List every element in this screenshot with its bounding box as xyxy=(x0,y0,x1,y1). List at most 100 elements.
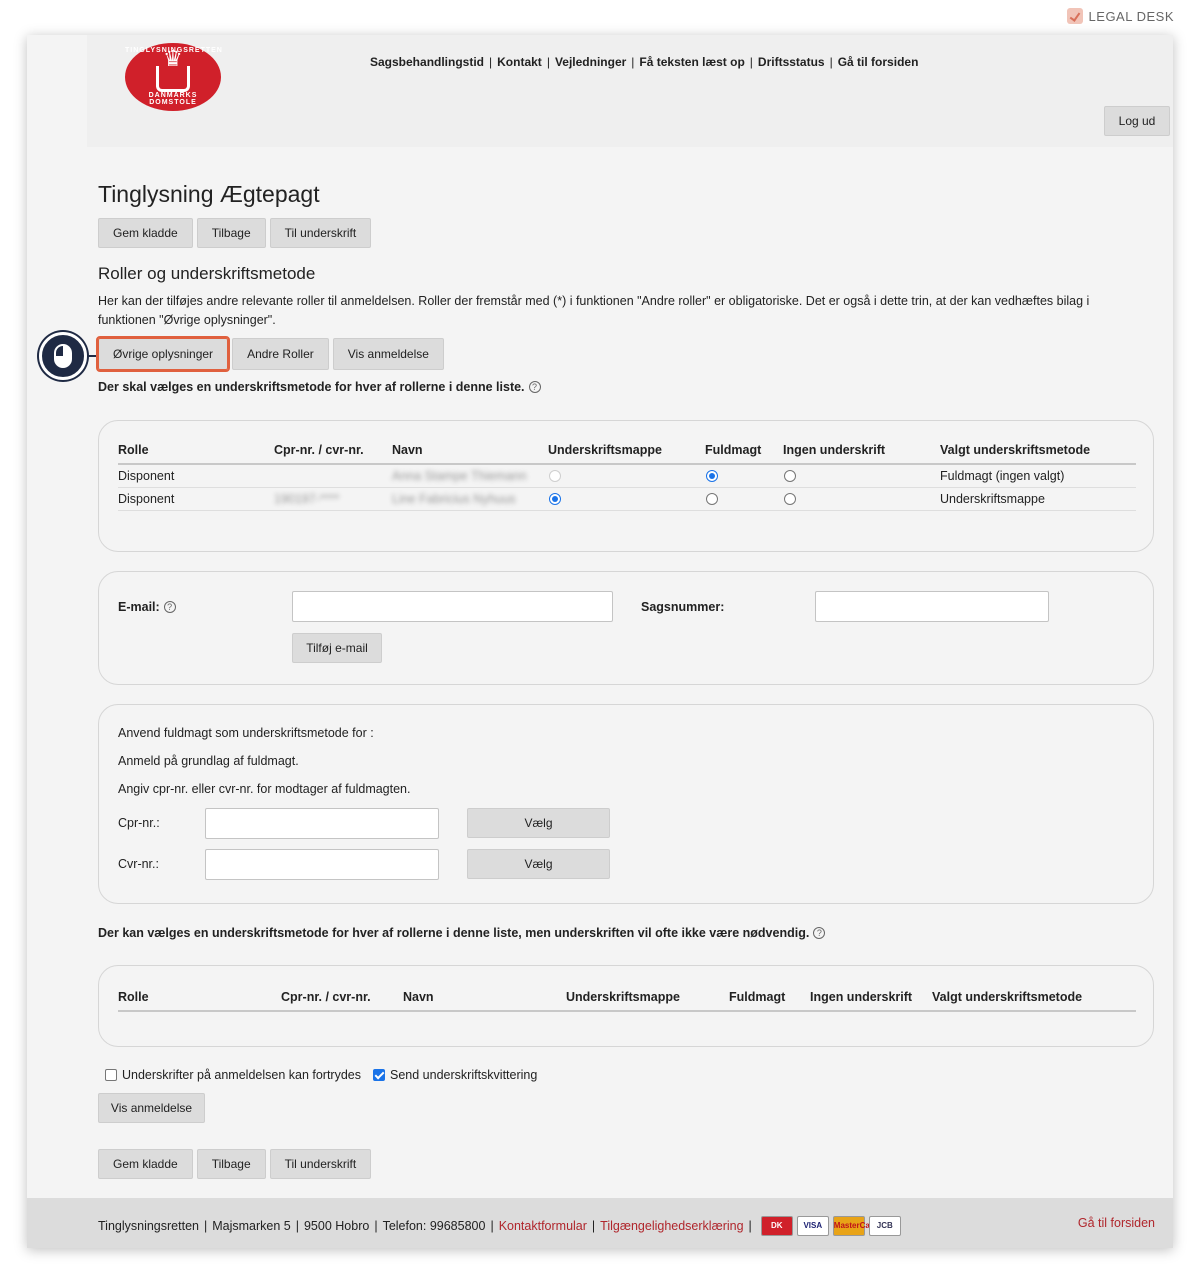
revocable-checkbox[interactable] xyxy=(105,1069,117,1081)
nav-read-aloud[interactable]: Få teksten læst op xyxy=(639,55,744,69)
help-icon[interactable]: ? xyxy=(528,381,541,393)
cpr-label: Cpr-nr.: xyxy=(118,816,160,830)
email-panel: E-mail: ? Sagsnummer: Tilføj e-mail xyxy=(98,571,1154,685)
proxy-line-1: Anvend fuldmagt som underskriftsmetode f… xyxy=(118,726,374,740)
radio-fuldmagt[interactable] xyxy=(706,470,718,483)
col-ingen-underskrift: Ingen underskrift xyxy=(783,441,940,465)
role-cell: Disponent xyxy=(118,464,274,488)
optional-roles-note-text: Der kan vælges en underskriftsmetode for… xyxy=(98,926,810,940)
site-footer: Tinglysningsretten | Majsmarken 5 | 9500 H… xyxy=(27,1198,1173,1248)
dankort-icon: DK xyxy=(760,1216,793,1236)
add-email-button[interactable]: Tilføj e-mail xyxy=(292,633,382,663)
email-label-text: E-mail: xyxy=(118,600,160,614)
logout-button[interactable]: Log ud xyxy=(1104,106,1170,136)
help-icon[interactable]: ? xyxy=(813,927,826,939)
col-underskriftsmappe: Underskriftsmappe xyxy=(566,988,729,1012)
page-title: Tinglysning Ægtepagt xyxy=(98,181,320,207)
help-icon[interactable]: ? xyxy=(163,601,176,613)
footer-info: Tinglysningsretten | Majsmarken 5 | 9500 H… xyxy=(98,1216,901,1236)
footer-separator: | xyxy=(490,1219,494,1233)
cvr-input[interactable] xyxy=(205,849,439,880)
visa-icon: VISA xyxy=(796,1216,829,1236)
cvr-label: Cvr-nr.: xyxy=(118,857,159,871)
optional-roles-panel: Rolle Cpr-nr. / cvr-nr. Navn Underskrift… xyxy=(98,965,1154,1047)
radio-underskriftsmappe[interactable] xyxy=(549,493,561,506)
col-navn: Navn xyxy=(392,441,548,465)
revocable-label: Underskrifter på anmeldelsen kan fortryd… xyxy=(122,1068,362,1082)
nav-vejledninger[interactable]: Vejledninger xyxy=(555,55,626,69)
case-number-input[interactable] xyxy=(815,591,1049,622)
selected-method-cell: Fuldmagt (ingen valgt) xyxy=(940,464,1136,488)
show-registration-button[interactable]: Vis anmeldelse xyxy=(98,1093,205,1123)
nav-separator: | xyxy=(546,55,550,69)
receipt-label: Send underskriftskvittering xyxy=(390,1068,538,1082)
click-indicator-mouse-icon xyxy=(39,332,87,380)
to-signature-button[interactable]: Til underskrift xyxy=(269,1149,372,1179)
nav-separator: | xyxy=(829,55,833,69)
save-draft-button[interactable]: Gem kladde xyxy=(98,218,193,248)
tab-other-roles[interactable]: Andre Roller xyxy=(232,338,329,370)
cpr-input[interactable] xyxy=(205,808,439,839)
radio-fuldmagt[interactable] xyxy=(706,493,718,506)
id-cell xyxy=(274,464,392,488)
footer-separator: | xyxy=(591,1219,596,1233)
col-fuldmagt: Fuldmagt xyxy=(729,988,810,1012)
mastercard-icon: MasterCard xyxy=(832,1216,878,1236)
radio-ingen-underskrift[interactable] xyxy=(784,470,796,483)
col-underskriftsmappe: Underskriftsmappe xyxy=(548,441,705,465)
nav-driftsstatus[interactable]: Driftsstatus xyxy=(758,55,825,69)
id-cell: 190197-**** xyxy=(274,487,392,511)
col-fuldmagt: Fuldmagt xyxy=(705,441,783,465)
contact-form-link[interactable]: Kontaktformular xyxy=(499,1219,587,1233)
footer-city: 9500 Hobro xyxy=(303,1219,370,1233)
required-roles-note: Der skal vælges en underskriftsmetode fo… xyxy=(98,380,541,394)
footer-separator: | xyxy=(295,1219,299,1233)
col-valgt-metode: Valgt underskriftsmetode xyxy=(932,988,1136,1012)
footer-home-link[interactable]: Gå til forsiden xyxy=(1078,1216,1155,1230)
radio-ingen-underskrift[interactable] xyxy=(784,493,796,506)
table-row: Disponent Anna Stampe Thiemann Fuldmagt … xyxy=(118,464,1136,488)
to-signature-button[interactable]: Til underskrift xyxy=(269,218,372,248)
section-title: Roller og underskriftsmetode xyxy=(98,264,316,283)
footer-separator: | xyxy=(748,1219,752,1233)
choose-cpr-button[interactable]: Vælg xyxy=(467,808,610,838)
receipt-checkbox[interactable] xyxy=(373,1069,386,1081)
footer-separator: | xyxy=(374,1219,378,1233)
name-cell: Anna Stampe Thiemann xyxy=(392,464,548,488)
choose-cvr-button[interactable]: Vælg xyxy=(467,849,610,879)
required-roles-note-text: Der skal vælges en underskriftsmetode fo… xyxy=(98,380,525,394)
top-navigation: Sagsbehandlingstid | Kontakt | Vejledninge… xyxy=(370,55,918,69)
signature-options: Underskrifter på anmeldelsen kan fortryd… xyxy=(105,1068,537,1082)
nav-home[interactable]: Gå til forsiden xyxy=(838,55,919,69)
col-valgt-metode: Valgt underskriftsmetode xyxy=(940,441,1136,465)
save-draft-button[interactable]: Gem kladde xyxy=(98,1149,193,1179)
footer-org: Tinglysningsretten xyxy=(98,1219,199,1233)
proxy-panel: Anvend fuldmagt som underskriftsmetode f… xyxy=(98,704,1154,904)
tab-other-information[interactable]: Øvrige oplysninger xyxy=(95,336,231,372)
required-roles-table: Rolle Cpr-nr. / cvr-nr. Navn Underskrift… xyxy=(118,441,1136,511)
nav-kontakt[interactable]: Kontakt xyxy=(497,55,542,69)
crown-icon xyxy=(156,48,190,92)
email-input[interactable] xyxy=(292,591,613,622)
table-header-row: Rolle Cpr-nr. / cvr-nr. Navn Underskrift… xyxy=(118,988,1136,1012)
legal-desk-logo-icon xyxy=(1066,8,1083,24)
selected-method-cell: Underskriftsmappe xyxy=(940,487,1136,511)
tab-show-registration[interactable]: Vis anmeldelse xyxy=(332,338,444,370)
footer-address: Majsmarken 5 xyxy=(212,1219,291,1233)
footer-separator: | xyxy=(203,1219,208,1233)
tinglysningsretten-logo[interactable]: TINGLYSNINGSRETTEN DANMARKS DOMSTOLE xyxy=(125,43,222,111)
nav-sagsbehandlingstid[interactable]: Sagsbehandlingstid xyxy=(370,55,484,69)
jcb-icon: JCB xyxy=(868,1216,901,1236)
optional-roles-table: Rolle Cpr-nr. / cvr-nr. Navn Underskrift… xyxy=(118,988,1136,1012)
table-row: Disponent 190197-**** Line Fabricius Nyh… xyxy=(118,487,1136,511)
back-button[interactable]: Tilbage xyxy=(196,1149,266,1179)
site-header: TINGLYSNINGSRETTEN DANMARKS DOMSTOLE Sag… xyxy=(87,35,1173,147)
browser-frame: TINGLYSNINGSRETTEN DANMARKS DOMSTOLE Sag… xyxy=(27,35,1173,1248)
back-button[interactable]: Tilbage xyxy=(196,218,266,248)
logo-bottom-text: DANMARKS DOMSTOLE xyxy=(148,92,198,106)
proxy-line-2: Anmeld på grundlag af fuldmagt. xyxy=(118,754,299,768)
top-action-bar: Gem kladde Tilbage Til underskrift xyxy=(98,218,372,248)
optional-roles-note: Der kan vælges en underskriftsmetode for… xyxy=(98,926,826,940)
accessibility-link[interactable]: Tilgængelighedserklæring xyxy=(600,1219,743,1233)
col-rolle: Rolle xyxy=(118,441,274,465)
